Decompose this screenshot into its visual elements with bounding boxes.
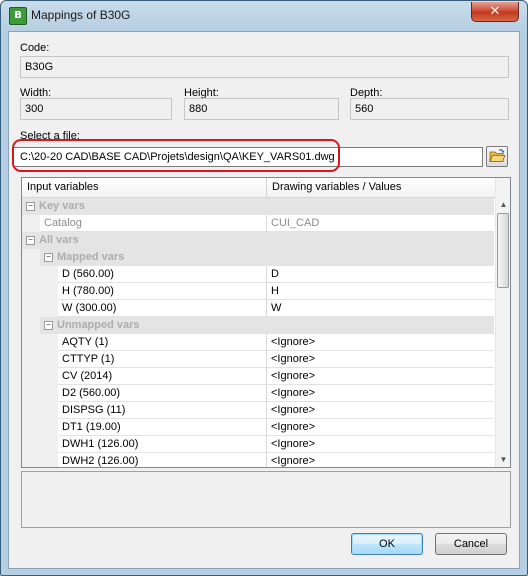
table-row[interactable]: D (560.00) D [22, 266, 494, 283]
column-header-input-variables[interactable]: Input variables [22, 178, 267, 197]
table-row[interactable]: DWH1 (126.00) <Ignore> [22, 436, 494, 453]
row-gutter [22, 419, 58, 436]
row-gutter [22, 436, 58, 453]
column-header-drawing-variables[interactable]: Drawing variables / Values [267, 178, 495, 197]
close-button[interactable]: ✕ [471, 2, 519, 22]
category-all-vars[interactable]: − All vars [22, 232, 494, 249]
drawing-variable-cell[interactable]: <Ignore> [267, 419, 494, 436]
row-gutter [22, 266, 58, 283]
collapse-icon[interactable]: − [26, 202, 35, 211]
input-variable-cell: D2 (560.00) [58, 385, 267, 402]
category-label: All vars [39, 234, 79, 246]
row-gutter [22, 283, 58, 300]
row-gutter [22, 453, 58, 467]
input-variable-cell: DWH1 (126.00) [58, 436, 267, 453]
table-row[interactable]: DISPSG (11) <Ignore> [22, 402, 494, 419]
title-bar[interactable]: B Mappings of B30G ✕ [1, 1, 527, 31]
height-field: 880 [184, 98, 339, 120]
drawing-variable-cell[interactable]: H [267, 283, 494, 300]
input-variable-cell: AQTY (1) [58, 334, 267, 351]
table-row[interactable]: D2 (560.00) <Ignore> [22, 385, 494, 402]
collapse-icon[interactable]: − [44, 321, 53, 330]
drawing-variable-cell[interactable]: <Ignore> [267, 351, 494, 368]
input-variable-cell: DISPSG (11) [58, 402, 267, 419]
row-gutter [22, 402, 58, 419]
drawing-variable-cell[interactable]: <Ignore> [267, 385, 494, 402]
row-gutter [22, 368, 58, 385]
row-gutter [22, 385, 58, 402]
browse-button[interactable] [486, 146, 508, 167]
drawing-variable-cell[interactable]: <Ignore> [267, 334, 494, 351]
scroll-up-icon[interactable]: ▲ [496, 197, 510, 212]
row-gutter [22, 249, 40, 266]
file-path-highlight [12, 139, 340, 172]
vertical-scrollbar[interactable]: ▲ ▼ [495, 178, 510, 467]
variables-grid: Input variables Drawing variables / Valu… [21, 177, 511, 468]
input-variable-cell: DT1 (19.00) [58, 419, 267, 436]
input-variable-cell: W (300.00) [58, 300, 267, 317]
collapse-icon[interactable]: − [26, 236, 35, 245]
depth-field: 560 [350, 98, 509, 120]
input-variable-cell: Catalog [40, 215, 267, 232]
category-key-vars[interactable]: − Key vars [22, 198, 494, 215]
scroll-thumb[interactable] [497, 213, 509, 288]
description-panel [21, 471, 511, 528]
grid-header: Input variables Drawing variables / Valu… [22, 178, 495, 198]
row-gutter [22, 317, 40, 334]
drawing-variable-cell[interactable]: CUI_CAD [267, 215, 494, 232]
drawing-variable-cell[interactable]: W [267, 300, 494, 317]
drawing-variable-cell[interactable]: <Ignore> [267, 436, 494, 453]
app-icon: B [9, 7, 27, 25]
table-row[interactable]: DWH2 (126.00) <Ignore> [22, 453, 494, 467]
collapse-icon[interactable]: − [44, 253, 53, 262]
drawing-variable-cell[interactable]: D [267, 266, 494, 283]
category-unmapped-vars[interactable]: − Unmapped vars [22, 317, 494, 334]
table-row[interactable]: CV (2014) <Ignore> [22, 368, 494, 385]
input-variable-cell: DWH2 (126.00) [58, 453, 267, 467]
folder-open-icon [489, 149, 506, 162]
dialog-window: B Mappings of B30G ✕ Code: B30G Width: 3… [0, 0, 528, 576]
input-variable-cell: CTTYP (1) [58, 351, 267, 368]
input-variable-cell: H (780.00) [58, 283, 267, 300]
table-row[interactable]: AQTY (1) <Ignore> [22, 334, 494, 351]
row-gutter [22, 351, 58, 368]
drawing-variable-cell[interactable]: <Ignore> [267, 368, 494, 385]
ok-button[interactable]: OK [351, 533, 423, 555]
table-row[interactable]: Catalog CUI_CAD [22, 215, 494, 232]
row-gutter [22, 215, 40, 232]
table-row[interactable]: DT1 (19.00) <Ignore> [22, 419, 494, 436]
scroll-down-icon[interactable]: ▼ [496, 452, 510, 467]
table-row[interactable]: W (300.00) W [22, 300, 494, 317]
window-title: Mappings of B30G [31, 8, 131, 22]
code-label: Code: [20, 42, 50, 54]
table-row[interactable]: CTTYP (1) <Ignore> [22, 351, 494, 368]
width-field: 300 [20, 98, 172, 120]
drawing-variable-cell[interactable]: <Ignore> [267, 453, 494, 467]
category-label: Mapped vars [57, 251, 125, 263]
row-gutter [22, 300, 58, 317]
row-gutter [22, 334, 58, 351]
category-label: Key vars [39, 200, 85, 212]
table-row[interactable]: H (780.00) H [22, 283, 494, 300]
code-field: B30G [20, 56, 509, 78]
input-variable-cell: D (560.00) [58, 266, 267, 283]
category-mapped-vars[interactable]: − Mapped vars [22, 249, 494, 266]
category-label: Unmapped vars [57, 319, 140, 331]
input-variable-cell: CV (2014) [58, 368, 267, 385]
cancel-button[interactable]: Cancel [435, 533, 507, 555]
drawing-variable-cell[interactable]: <Ignore> [267, 402, 494, 419]
